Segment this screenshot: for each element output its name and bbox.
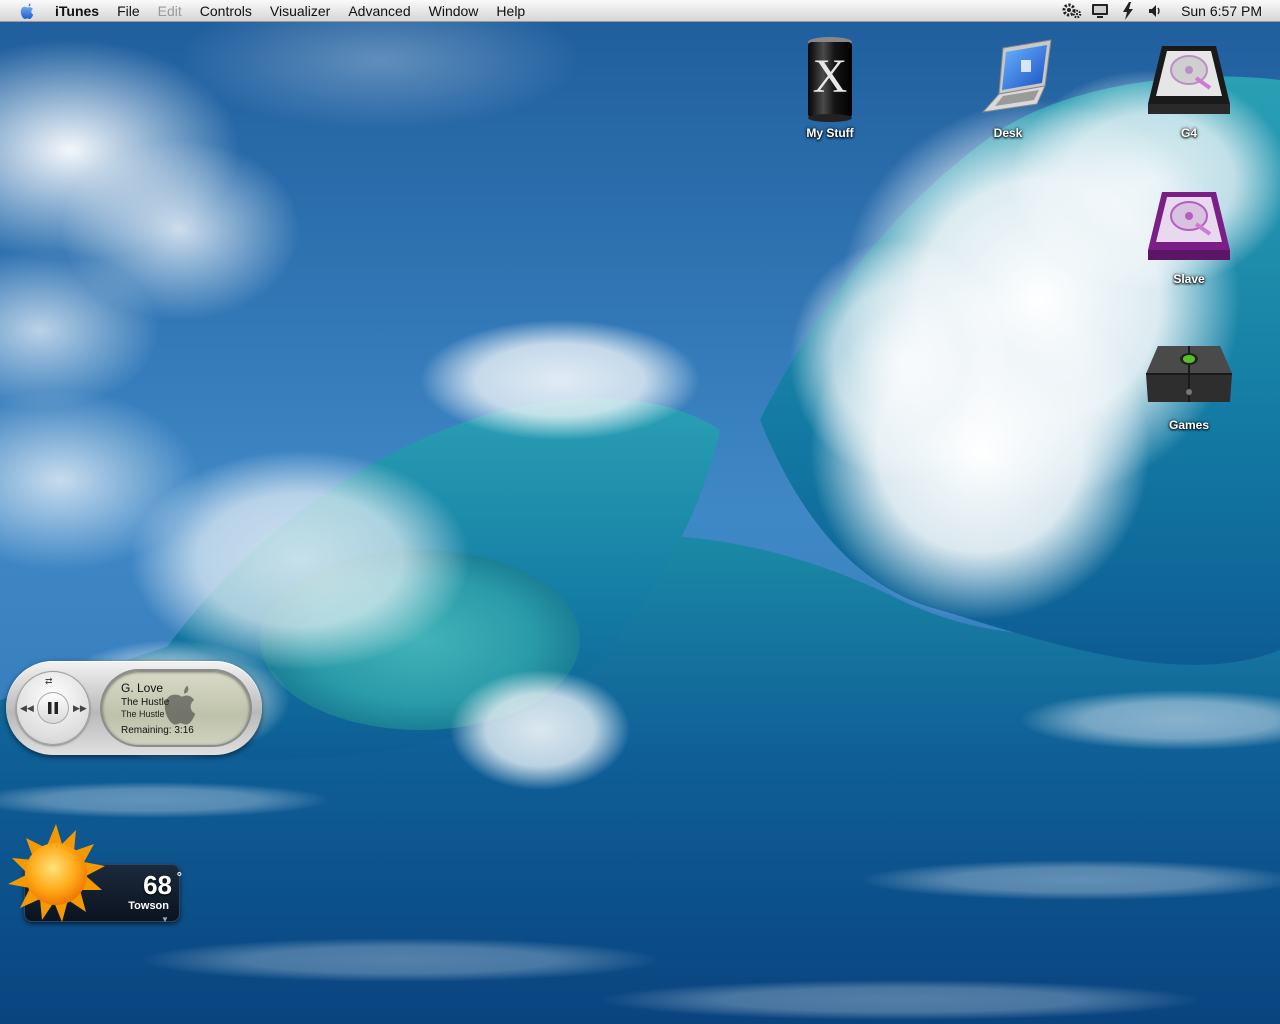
menu-visualizer[interactable]: Visualizer — [261, 0, 339, 22]
menu-file[interactable]: File — [108, 0, 149, 22]
next-icon[interactable]: ▶▶ — [73, 703, 87, 713]
chevron-down-icon[interactable]: ▼ — [161, 915, 169, 924]
desktop-icon-slave[interactable]: Slave — [1134, 180, 1244, 288]
previous-icon[interactable]: ◀◀ — [20, 703, 34, 713]
hard-drive-icon — [1148, 46, 1230, 114]
menu-edit[interactable]: Edit — [149, 0, 191, 22]
volume-icon[interactable] — [1145, 0, 1167, 22]
desktop-icon-desk[interactable]: Desk — [953, 34, 1063, 142]
track-artist: G. Love — [121, 681, 164, 695]
desktop-wallpaper — [0, 0, 1280, 1024]
menu-window[interactable]: Window — [420, 0, 488, 22]
menu-controls[interactable]: Controls — [191, 0, 261, 22]
menu-help[interactable]: Help — [487, 0, 534, 22]
hard-drive-purple-icon — [1148, 192, 1230, 260]
desktop-icon-label: G4 — [1180, 126, 1197, 140]
desktop-icon-label: Slave — [1173, 272, 1205, 286]
bolt-icon[interactable] — [1117, 0, 1139, 22]
track-album: The Hustle — [121, 697, 170, 708]
degree-symbol: ° — [176, 869, 182, 884]
time-remaining: Remaining: 3:16 — [121, 725, 194, 736]
gear-icon[interactable] — [1061, 0, 1083, 22]
now-playing-display: G. Love The Hustle The Hustle Remaining:… — [102, 671, 250, 745]
osx-can-icon: X — [808, 37, 852, 122]
pause-icon — [48, 702, 58, 714]
xbox-icon — [1146, 346, 1232, 402]
menu-advanced[interactable]: Advanced — [339, 0, 419, 22]
desktop-icon-label: Games — [1168, 418, 1210, 432]
itunes-widget[interactable]: ⇄ ◀◀ ▶▶ G. Love The Hustle The Hustle Re… — [6, 661, 262, 755]
svg-text:X: X — [813, 50, 848, 103]
pause-button[interactable] — [37, 692, 69, 724]
menu-itunes[interactable]: iTunes — [46, 0, 108, 22]
desktop-icon-label: My Stuff — [806, 126, 854, 140]
track-title: The Hustle — [121, 709, 165, 719]
menu-clock[interactable]: Sun 6:57 PM — [1181, 3, 1262, 19]
desktop-icon-label: Desk — [993, 126, 1023, 140]
desktop-icon-my-stuff[interactable]: X My Stuff — [775, 34, 885, 142]
sun-icon — [8, 824, 105, 922]
weather-widget[interactable]: 68 ° Towson ▼ — [4, 822, 184, 928]
menu-extras: Sun 6:57 PM — [1055, 0, 1280, 22]
shuffle-icon[interactable]: ⇄ — [45, 676, 53, 686]
desktop-icon-games[interactable]: Games — [1134, 326, 1244, 434]
menu-bar: iTunes File Edit Controls Visualizer Adv… — [0, 0, 1280, 22]
desktop-icon-g4[interactable]: G4 — [1134, 34, 1244, 142]
weather-city: Towson — [128, 900, 169, 912]
temperature: 68 — [143, 870, 172, 900]
apple-icon[interactable] — [16, 0, 38, 22]
display-icon[interactable] — [1089, 0, 1111, 22]
laptop-icon — [981, 39, 1052, 113]
control-wheel: ⇄ ◀◀ ▶▶ — [16, 671, 90, 745]
